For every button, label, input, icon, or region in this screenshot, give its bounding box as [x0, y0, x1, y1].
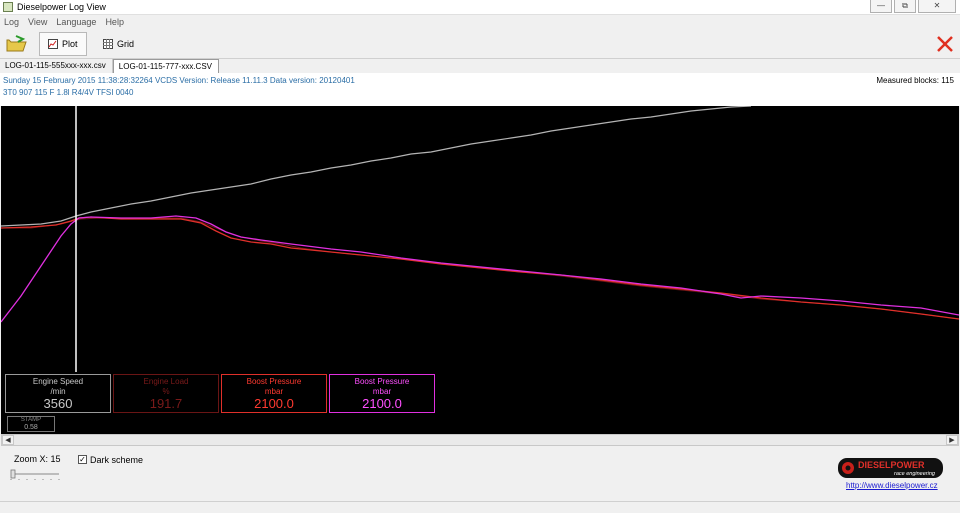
gauge-value: 191.7 — [149, 396, 183, 411]
status-bar — [0, 501, 960, 513]
dark-scheme-label: Dark scheme — [90, 455, 144, 465]
boost-pressure-magenta-line — [1, 215, 959, 323]
ecu-info-line: 3T0 907 115 F 1.8l R4/4V TFSI 0040 — [3, 88, 134, 97]
menu-log[interactable]: Log — [4, 15, 19, 29]
close-x-icon[interactable] — [936, 35, 954, 53]
gauge-unit: % — [162, 387, 170, 396]
menu-bar: Log View Language Help — [0, 15, 960, 29]
dieselpower-logo: DIESELPOWER race engineering — [838, 458, 943, 478]
engine-speed-line — [1, 106, 752, 227]
open-folder-icon[interactable] — [6, 35, 28, 53]
tab-log-777[interactable]: LOG-01-115-777-xxx.CSV — [112, 59, 220, 73]
grid-label: Grid — [117, 39, 135, 49]
scroll-left-icon[interactable]: ◀ — [2, 435, 14, 445]
title-bar: Dieselpower Log View — ⧉ ✕ — [0, 0, 960, 15]
svg-text:DIESELPOWER: DIESELPOWER — [858, 460, 925, 470]
boost-pressure-red-line — [1, 216, 959, 320]
gauge-boost-pressure-red: Boost Pressure mbar 2100.0 — [221, 374, 327, 413]
gauge-label: Engine Load — [143, 377, 189, 386]
tab-log-555[interactable]: LOG-01-115-555xxx-xxx.csv — [0, 59, 113, 73]
plot-label: Plot — [62, 39, 78, 49]
scroll-right-icon[interactable]: ▶ — [946, 435, 958, 445]
plot-button[interactable]: Plot — [39, 32, 87, 56]
svg-text:race engineering: race engineering — [894, 471, 936, 477]
gauge-engine-speed: Engine Speed /min 3560 — [5, 374, 111, 413]
log-info: Sunday 15 February 2015 11:38:28:32264 V… — [0, 73, 960, 106]
menu-language[interactable]: Language — [56, 15, 96, 29]
menu-view[interactable]: View — [28, 15, 47, 29]
window-controls: — ⧉ ✕ — [868, 0, 956, 13]
gauge-value: 3560 — [43, 396, 73, 411]
restore-button[interactable]: ⧉ — [894, 0, 916, 13]
gauge-unit: mbar — [264, 387, 284, 396]
stamp-label: STAMP — [20, 417, 42, 423]
log-header-line: Sunday 15 February 2015 11:38:28:32264 V… — [3, 76, 355, 85]
gauge-unit: /min — [50, 387, 66, 396]
menu-help[interactable]: Help — [105, 15, 124, 29]
zoom-label: Zoom X: 15 — [14, 454, 61, 464]
gauge-boost-pressure-magenta: Boost Pressure mbar 2100.0 — [329, 374, 435, 413]
gauge-label: Boost Pressure — [246, 377, 302, 386]
close-window-button[interactable]: ✕ — [918, 0, 956, 13]
dark-scheme-checkbox[interactable]: ✓ — [78, 455, 87, 464]
plot-area[interactable]: Engine Speed /min 3560 Engine Load % 191… — [1, 106, 959, 434]
gauge-label: Boost Pressure — [354, 377, 410, 386]
window-title: Dieselpower Log View — [17, 2, 106, 12]
gauge-value: 2100.0 — [254, 396, 294, 411]
measured-blocks: Measured blocks: 115 — [876, 76, 954, 85]
gauge-engine-load: Engine Load % 191.7 — [113, 374, 219, 413]
file-tabs: LOG-01-115-555xxx-xxx.csv LOG-01-115-777… — [0, 59, 960, 73]
toolbar: Plot Grid — [0, 29, 960, 59]
minimize-button[interactable]: — — [870, 0, 892, 13]
zoom-slider[interactable] — [10, 468, 60, 480]
plot-icon — [48, 39, 58, 49]
gauge-unit: mbar — [372, 387, 392, 396]
stamp-box: STAMP 0.58 — [7, 416, 55, 432]
grid-button[interactable]: Grid — [95, 32, 142, 56]
website-link[interactable]: http://www.dieselpower.cz — [846, 481, 938, 490]
stamp-value: 0.58 — [24, 424, 38, 431]
horizontal-scrollbar[interactable]: ◀ ▶ — [1, 434, 959, 446]
grid-icon — [103, 39, 113, 49]
gauge-label: Engine Speed — [32, 377, 84, 386]
app-icon — [3, 2, 13, 12]
gauge-value: 2100.0 — [362, 396, 402, 411]
